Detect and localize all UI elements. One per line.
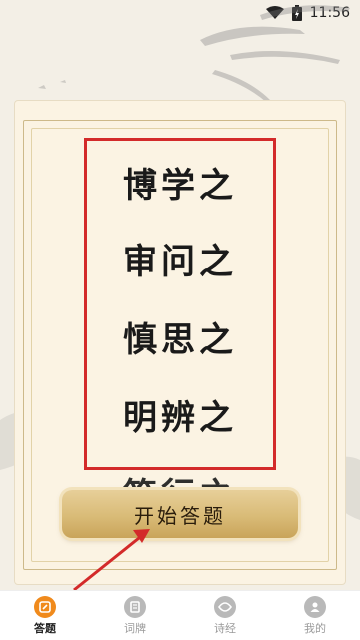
book-icon <box>124 596 146 618</box>
profile-icon <box>304 596 326 618</box>
nav-label: 诗经 <box>214 622 236 635</box>
nav-item-mine[interactable]: 我的 <box>270 591 360 640</box>
highlight-box <box>84 138 276 470</box>
bottom-nav: 答题 词牌 诗经 我的 <box>0 590 360 640</box>
quiz-icon <box>34 596 56 618</box>
wifi-icon <box>265 6 284 20</box>
nav-label: 我的 <box>304 622 326 635</box>
nav-item-shijing[interactable]: 诗经 <box>180 591 270 640</box>
status-time: 11:56 <box>309 5 350 21</box>
classics-icon <box>214 596 236 618</box>
nav-item-quiz[interactable]: 答题 <box>0 591 90 640</box>
nav-label: 答题 <box>34 622 56 635</box>
start-quiz-button[interactable]: 开始答题 <box>62 490 298 538</box>
nav-label: 词牌 <box>124 622 146 635</box>
nav-item-cipai[interactable]: 词牌 <box>90 591 180 640</box>
status-bar: 11:56 <box>0 0 360 26</box>
battery-icon <box>291 5 302 21</box>
